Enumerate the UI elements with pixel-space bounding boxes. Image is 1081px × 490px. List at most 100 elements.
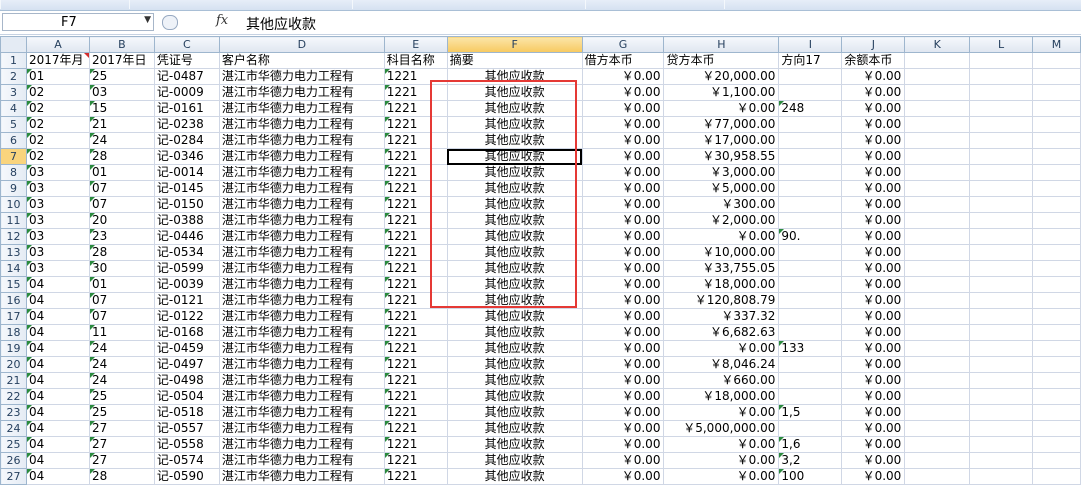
cell-credit[interactable]: ￥0.00 — [663, 340, 780, 357]
empty-cell[interactable] — [969, 84, 1033, 101]
empty-cell[interactable] — [1032, 244, 1081, 261]
header-cell[interactable] — [1032, 52, 1081, 69]
cell-day[interactable]: 25 — [88, 404, 155, 421]
row-header[interactable]: 21 — [0, 372, 27, 389]
cell-balance[interactable]: ￥0.00 — [841, 340, 906, 357]
header-cell[interactable] — [904, 52, 971, 69]
cell-account-code[interactable]: 1221 — [383, 116, 448, 133]
cell-month[interactable]: 04 — [25, 372, 90, 389]
cell-balance[interactable]: ￥0.00 — [841, 404, 906, 421]
empty-cell[interactable] — [1032, 180, 1081, 197]
cell-summary[interactable]: 其他应收款 — [446, 308, 583, 325]
cell-voucher[interactable]: 记-0346 — [153, 148, 220, 165]
cell-balance[interactable]: ￥0.00 — [841, 84, 906, 101]
cell-customer[interactable]: 湛江市华德力电力工程有 — [218, 164, 385, 181]
empty-cell[interactable] — [1032, 372, 1081, 389]
cell-balance[interactable]: ￥0.00 — [841, 420, 906, 437]
column-header-k[interactable]: K — [904, 36, 971, 53]
cell-customer[interactable]: 湛江市华德力电力工程有 — [218, 452, 385, 469]
cell-customer[interactable]: 湛江市华德力电力工程有 — [218, 388, 385, 405]
cell-balance[interactable]: ￥0.00 — [841, 148, 906, 165]
cell-summary[interactable]: 其他应收款 — [446, 340, 583, 357]
cell-credit[interactable]: ￥30,958.55 — [663, 148, 780, 165]
cell-debit[interactable]: ￥0.00 — [581, 388, 665, 405]
cell-balance[interactable]: ￥0.00 — [841, 324, 906, 341]
cell-balance[interactable]: ￥0.00 — [841, 388, 906, 405]
cell-voucher[interactable]: 记-0574 — [153, 452, 220, 469]
row-header[interactable]: 14 — [0, 260, 27, 277]
cell-direction[interactable] — [778, 388, 843, 405]
cell-balance[interactable]: ￥0.00 — [841, 228, 906, 245]
empty-cell[interactable] — [969, 324, 1033, 341]
chevron-down-icon[interactable]: ▼ — [144, 15, 151, 25]
empty-cell[interactable] — [1032, 388, 1081, 405]
cell-account-code[interactable]: 1221 — [383, 228, 448, 245]
empty-cell[interactable] — [969, 68, 1033, 85]
cell-voucher[interactable]: 记-0009 — [153, 84, 220, 101]
cell-debit[interactable]: ￥0.00 — [581, 324, 665, 341]
cell-customer[interactable]: 湛江市华德力电力工程有 — [218, 260, 385, 277]
cell-month[interactable]: 02 — [25, 100, 90, 117]
row-header[interactable]: 6 — [0, 132, 27, 149]
empty-cell[interactable] — [1032, 404, 1081, 421]
cell-day[interactable]: 03 — [88, 84, 155, 101]
cell-summary[interactable]: 其他应收款 — [446, 132, 583, 149]
cell-account-code[interactable]: 1221 — [383, 276, 448, 293]
cell-customer[interactable]: 湛江市华德力电力工程有 — [218, 100, 385, 117]
cell-voucher[interactable]: 记-0534 — [153, 244, 220, 261]
empty-cell[interactable] — [969, 180, 1033, 197]
empty-cell[interactable] — [969, 468, 1033, 485]
cell-balance[interactable]: ￥0.00 — [841, 180, 906, 197]
cell-summary[interactable]: 其他应收款 — [446, 436, 583, 453]
empty-cell[interactable] — [904, 388, 971, 405]
cell-direction[interactable] — [778, 196, 843, 213]
cell-day[interactable]: 07 — [88, 196, 155, 213]
row-header[interactable]: 18 — [0, 324, 27, 341]
cell-direction[interactable] — [778, 148, 843, 165]
row-header[interactable]: 2 — [0, 68, 27, 85]
cell-direction[interactable] — [778, 276, 843, 293]
cell-month[interactable]: 04 — [25, 436, 90, 453]
column-header-c[interactable]: C — [153, 36, 220, 53]
cell-debit[interactable]: ￥0.00 — [581, 68, 665, 85]
row-header[interactable]: 4 — [0, 100, 27, 117]
empty-cell[interactable] — [1032, 164, 1081, 181]
cell-debit[interactable]: ￥0.00 — [581, 260, 665, 277]
empty-cell[interactable] — [1032, 468, 1081, 485]
column-header-f[interactable]: F — [446, 36, 583, 53]
cell-month[interactable]: 03 — [25, 228, 90, 245]
cell-day[interactable]: 07 — [88, 308, 155, 325]
empty-cell[interactable] — [969, 340, 1033, 357]
row-header[interactable]: 27 — [0, 468, 27, 485]
column-header-m[interactable]: M — [1032, 36, 1081, 53]
empty-cell[interactable] — [904, 340, 971, 357]
cell-account-code[interactable]: 1221 — [383, 244, 448, 261]
cell-customer[interactable]: 湛江市华德力电力工程有 — [218, 116, 385, 133]
cell-balance[interactable]: ￥0.00 — [841, 100, 906, 117]
empty-cell[interactable] — [1032, 340, 1081, 357]
cell-credit[interactable]: ￥5,000,000.00 — [663, 420, 780, 437]
cell-summary[interactable]: 其他应收款 — [446, 356, 583, 373]
cell-account-code[interactable]: 1221 — [383, 436, 448, 453]
empty-cell[interactable] — [1032, 324, 1081, 341]
cell-credit[interactable]: ￥0.00 — [663, 100, 780, 117]
cell-balance[interactable]: ￥0.00 — [841, 452, 906, 469]
empty-cell[interactable] — [969, 148, 1033, 165]
cell-direction[interactable] — [778, 132, 843, 149]
cell-debit[interactable]: ￥0.00 — [581, 180, 665, 197]
cell-day[interactable]: 01 — [88, 164, 155, 181]
cell-customer[interactable]: 湛江市华德力电力工程有 — [218, 132, 385, 149]
cell-month[interactable]: 04 — [25, 308, 90, 325]
empty-cell[interactable] — [969, 404, 1033, 421]
cancel-enter-icon[interactable] — [162, 15, 178, 30]
cell-direction[interactable]: 248 — [778, 100, 843, 117]
cell-account-code[interactable]: 1221 — [383, 148, 448, 165]
cell-debit[interactable]: ￥0.00 — [581, 212, 665, 229]
cell-summary[interactable]: 其他应收款 — [446, 164, 583, 181]
cell-account-code[interactable]: 1221 — [383, 420, 448, 437]
empty-cell[interactable] — [904, 324, 971, 341]
cell-voucher[interactable]: 记-0497 — [153, 356, 220, 373]
row-header[interactable]: 13 — [0, 244, 27, 261]
empty-cell[interactable] — [1032, 228, 1081, 245]
cell-direction[interactable] — [778, 180, 843, 197]
